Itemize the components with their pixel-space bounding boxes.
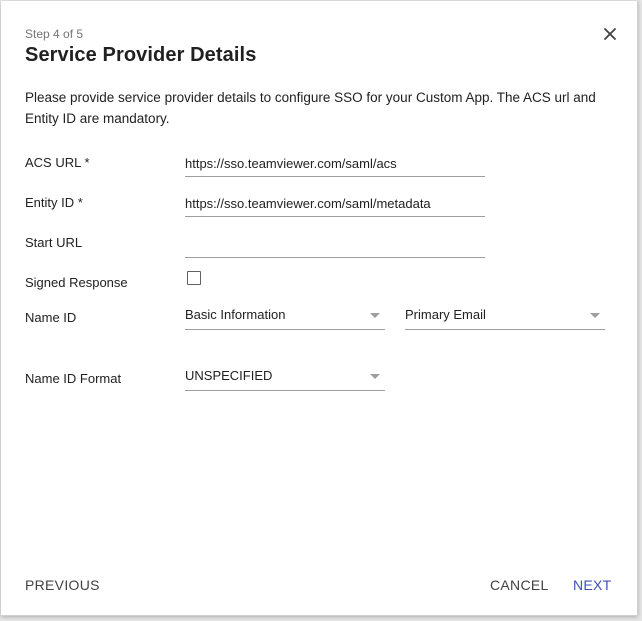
service-provider-dialog: Step 4 of 5 Service Provider Details Ple… (1, 1, 638, 616)
start-url-input[interactable] (185, 231, 485, 258)
close-button[interactable] (599, 23, 621, 45)
previous-button[interactable]: PREVIOUS (25, 577, 100, 593)
name-id-category-value: Basic Information (185, 307, 286, 322)
acs-url-label: ACS URL * (25, 155, 90, 170)
chevron-down-icon (370, 313, 380, 318)
step-indicator: Step 4 of 5 (25, 27, 84, 41)
entity-id-input[interactable] (185, 190, 485, 217)
name-id-label: Name ID (25, 310, 77, 325)
name-id-attribute-value: Primary Email (405, 307, 486, 322)
dialog-title: Service Provider Details (25, 44, 257, 66)
chevron-down-icon (370, 374, 380, 379)
name-id-category-select[interactable]: Basic Information (185, 307, 385, 330)
cancel-button[interactable]: CANCEL (490, 577, 549, 593)
name-id-format-label: Name ID Format (25, 371, 122, 386)
acs-url-input[interactable] (185, 150, 485, 177)
name-id-format-value: UNSPECIFIED (185, 368, 273, 383)
signed-response-label: Signed Response (25, 275, 128, 290)
name-id-attribute-select[interactable]: Primary Email (405, 307, 605, 330)
close-icon (604, 28, 616, 40)
chevron-down-icon (590, 313, 600, 318)
dialog-description: Please provide service provider details … (25, 90, 596, 126)
name-id-format-select[interactable]: UNSPECIFIED (185, 368, 385, 391)
signed-response-checkbox[interactable] (187, 271, 201, 285)
next-button[interactable]: NEXT (573, 577, 612, 593)
start-url-label: Start URL (25, 235, 83, 250)
entity-id-label: Entity ID * (25, 195, 83, 210)
